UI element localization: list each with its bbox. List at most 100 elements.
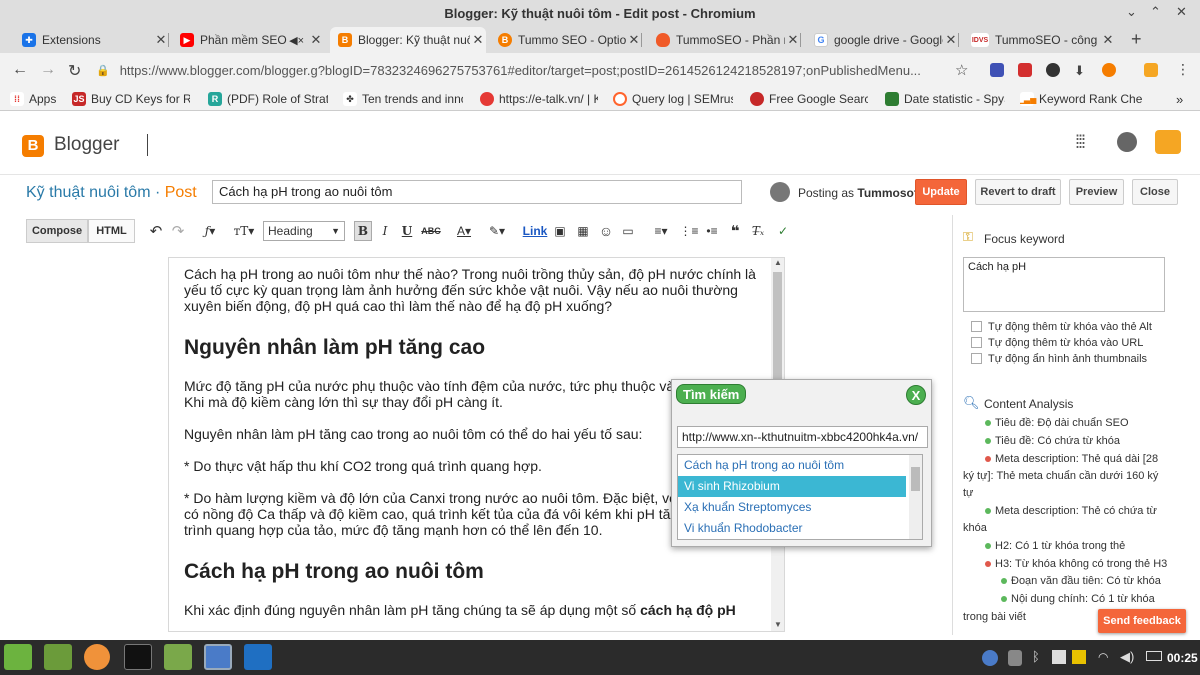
remove-format-icon[interactable]: T̶ₓ [750, 219, 766, 243]
heading-select[interactable]: Heading ▼ [263, 221, 345, 241]
tray-app-icon[interactable] [1072, 650, 1086, 664]
maximize-icon[interactable]: ⌃ [1150, 4, 1161, 20]
more-bookmarks-icon[interactable]: » [1176, 92, 1183, 107]
list-item[interactable]: Xạ khuẩn Streptomyces [678, 497, 906, 518]
focus-keyword-input[interactable]: Cách hạ pH [963, 257, 1165, 312]
tray-app-icon[interactable] [1052, 650, 1066, 664]
tab-youtube[interactable]: ▶ Phần mềm SEO Tum ◀× ✕ [172, 27, 324, 53]
close-button[interactable]: Close [1132, 179, 1178, 205]
speaker-muted-icon[interactable]: ◀× [289, 34, 304, 47]
back-icon[interactable]: ← [12, 61, 28, 79]
list-item[interactable]: Vi khuẩn Rhodobacter [678, 518, 906, 539]
files-icon[interactable] [164, 644, 192, 670]
link-button[interactable]: Link [522, 219, 548, 243]
emoji-icon[interactable]: ☺ [598, 219, 614, 243]
insert-image-icon[interactable]: ▣ [552, 219, 568, 243]
bluetooth-icon[interactable]: ᛒ [1032, 649, 1040, 664]
popup-url-input[interactable]: http://www.xn--kthutnuitm-xbbc4200hk4a.v… [677, 426, 928, 448]
download-icon[interactable]: ⬇ [1074, 63, 1085, 79]
pdf-extension-icon[interactable] [1018, 63, 1032, 77]
tab-close-icon[interactable]: ✕ [626, 32, 642, 48]
forward-icon[interactable]: → [40, 61, 56, 79]
bookmark-pdf[interactable]: R (PDF) Role of Strateg [208, 92, 328, 106]
popup-results-list[interactable]: Cách hạ pH trong ao nuôi tôm Vi sinh Rhi… [677, 454, 923, 540]
align-icon[interactable]: ≡▾ [648, 219, 674, 243]
list-item-selected[interactable]: Vi sinh Rhizobium [678, 476, 906, 497]
text-color-icon[interactable]: A▾ [451, 219, 477, 243]
bookmark-apps[interactable]: ⁞⁞ Apps [10, 92, 70, 106]
reload-icon[interactable]: ↻ [68, 61, 81, 81]
tab-close-icon[interactable]: ✕ [470, 32, 486, 48]
minimize-icon[interactable]: ⌄ [1126, 4, 1137, 20]
notifications-icon[interactable] [1117, 132, 1137, 152]
clock[interactable]: 00:25 [1167, 651, 1198, 665]
firefox-icon[interactable] [84, 644, 110, 670]
shield-icon[interactable] [1008, 650, 1022, 666]
vscode-icon[interactable] [244, 644, 272, 670]
close-window-icon[interactable]: ✕ [1176, 4, 1187, 20]
quote-icon[interactable]: ❝ [727, 219, 743, 243]
preview-button[interactable]: Preview [1069, 179, 1124, 205]
bookmark-etalk[interactable]: https://e-talk.vn/ | K [480, 92, 598, 106]
chromium-icon[interactable] [204, 644, 232, 670]
post-title-input[interactable]: Cách hạ pH trong ao nuôi tôm [212, 180, 742, 204]
font-size-icon[interactable]: тT▾ [230, 219, 258, 243]
tummo-extension-icon[interactable] [1144, 63, 1158, 77]
bookmark-keyword-rank[interactable]: ▁▃▅Keyword Rank Check [1020, 92, 1142, 106]
numbered-list-icon[interactable]: ⋮≡ [680, 219, 699, 243]
jump-break-icon[interactable]: ▭ [620, 219, 636, 243]
terminal-icon[interactable] [124, 644, 152, 670]
blogger-logo-icon[interactable]: B [22, 135, 44, 157]
list-item[interactable]: Cách hạ pH trong ao nuôi tôm [678, 455, 906, 476]
menu-icon[interactable]: ⋮ [1176, 61, 1190, 78]
star-icon[interactable]: ☆ [955, 61, 968, 79]
strikethrough-icon[interactable]: ABC [421, 219, 441, 243]
hide-thumbnails-checkbox[interactable] [971, 353, 982, 364]
scroll-down-icon[interactable]: ▼ [774, 620, 782, 629]
volume-icon[interactable]: ◀) [1120, 649, 1134, 665]
insert-video-icon[interactable]: ▦ [575, 219, 591, 243]
alt-keyword-checkbox[interactable] [971, 321, 982, 332]
tab-close-icon[interactable]: ✕ [943, 32, 959, 48]
extension-icon[interactable] [990, 63, 1004, 77]
bullet-list-icon[interactable]: •≡ [704, 219, 720, 243]
apps-grid-icon[interactable]: ⁞⁞⁞ [1075, 132, 1086, 153]
show-desktop-icon[interactable] [44, 644, 72, 670]
tab-tummoseo-congcu[interactable]: IDVS TummoSEO - công c ✕ [963, 27, 1116, 53]
font-family-icon[interactable]: ƒ▾ [198, 219, 222, 243]
tab-close-icon[interactable]: ✕ [153, 32, 169, 48]
new-tab-icon[interactable]: + [1131, 29, 1142, 50]
bookmark-google-search[interactable]: Free Google Search [750, 92, 868, 106]
bookmark-spyserp[interactable]: Date statistic - SpyS [885, 92, 1005, 106]
popup-scrollbar[interactable] [909, 455, 922, 539]
k-extension-icon[interactable] [1046, 63, 1060, 77]
compose-tab[interactable]: Compose [26, 219, 88, 243]
bold-icon[interactable]: B [354, 221, 372, 241]
undo-icon[interactable]: ↶ [148, 219, 164, 243]
account-avatar[interactable] [1155, 130, 1181, 154]
tab-google-drive[interactable]: G google drive - Google ✕ [806, 27, 959, 53]
underline-icon[interactable]: U [400, 219, 414, 243]
blogger-extension-icon[interactable] [1102, 63, 1116, 77]
blog-title[interactable]: Kỹ thuật nuôi tôm · Post [26, 184, 197, 202]
spellcheck-icon[interactable]: ✓ [775, 219, 791, 243]
send-feedback-button[interactable]: Send feedback [1098, 609, 1186, 633]
battery-icon[interactable] [1146, 651, 1162, 661]
tab-extensions[interactable]: ✚ Extensions ✕ [14, 27, 169, 53]
bookmark-trends[interactable]: ✤ Ten trends and innov [343, 92, 463, 106]
tab-blogger-active[interactable]: B Blogger: Kỹ thuật nuôi ✕ [330, 27, 486, 53]
editor-scrollbar-thumb[interactable] [773, 272, 782, 382]
url-keyword-checkbox[interactable] [971, 337, 982, 348]
address-bar[interactable]: 🔒 https://www.blogger.com/blogger.g?blog… [96, 57, 976, 83]
tab-close-icon[interactable]: ✕ [1100, 32, 1116, 48]
popup-close-button[interactable]: X [906, 385, 926, 405]
chromium-tray-icon[interactable] [982, 650, 998, 666]
html-tab[interactable]: HTML [88, 219, 135, 243]
italic-icon[interactable]: I [378, 219, 392, 243]
tab-close-icon[interactable]: ✕ [785, 32, 801, 48]
scroll-up-icon[interactable]: ▲ [774, 258, 782, 267]
tab-tummo-options[interactable]: B Tummo SEO - Options ✕ [490, 27, 642, 53]
mint-menu-icon[interactable] [4, 644, 32, 670]
wifi-icon[interactable]: ◠ [1098, 650, 1108, 664]
update-button[interactable]: Update [915, 179, 967, 205]
